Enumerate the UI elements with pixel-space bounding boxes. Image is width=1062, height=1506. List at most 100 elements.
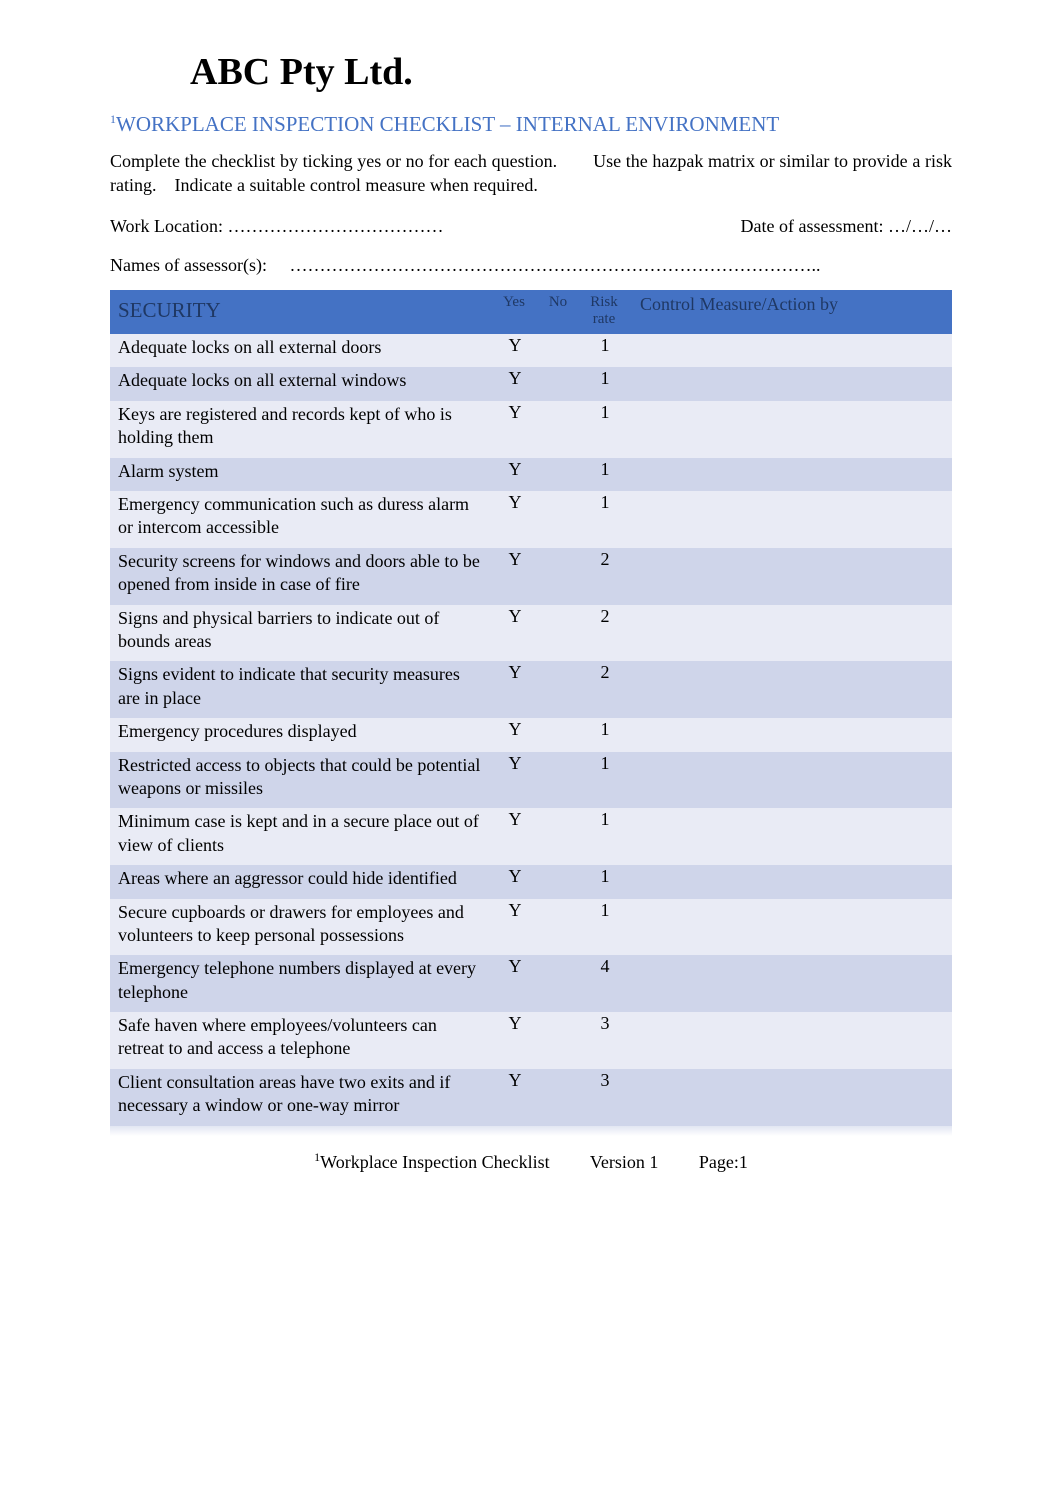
risk-rate-cell[interactable]: 1 — [578, 865, 630, 898]
question-cell: Emergency telephone numbers displayed at… — [110, 955, 490, 1012]
table-row: Emergency telephone numbers displayed at… — [110, 955, 952, 1012]
risk-rate-cell[interactable]: 4 — [578, 955, 630, 1012]
risk-rate-cell[interactable]: 1 — [578, 491, 630, 548]
yes-cell[interactable]: Y — [490, 458, 538, 491]
assessors-field[interactable]: Names of assessor(s): ………………………………………………… — [110, 255, 820, 275]
risk-rate-cell[interactable]: 1 — [578, 899, 630, 956]
control-cell[interactable] — [630, 334, 952, 367]
form-fields: Work Location: ……………………………… Date of asse… — [110, 216, 952, 276]
table-row: Minimum case is kept and in a secure pla… — [110, 808, 952, 865]
yes-cell[interactable]: Y — [490, 808, 538, 865]
yes-cell[interactable]: Y — [490, 367, 538, 400]
control-cell[interactable] — [630, 1069, 952, 1126]
control-cell[interactable] — [630, 548, 952, 605]
no-cell[interactable] — [538, 401, 578, 458]
risk-rate-cell[interactable]: 1 — [578, 458, 630, 491]
yes-cell[interactable]: Y — [490, 865, 538, 898]
yes-cell[interactable]: Y — [490, 1012, 538, 1069]
section-title: 1WORKPLACE INSPECTION CHECKLIST – INTERN… — [110, 112, 952, 137]
page: ABC Pty Ltd. 1WORKPLACE INSPECTION CHECK… — [0, 0, 1062, 1203]
yes-cell[interactable]: Y — [490, 955, 538, 1012]
yes-cell[interactable]: Y — [490, 401, 538, 458]
footer-gap — [110, 1126, 952, 1136]
control-cell[interactable] — [630, 752, 952, 809]
question-cell: Secure cupboards or drawers for employee… — [110, 899, 490, 956]
yes-cell[interactable]: Y — [490, 899, 538, 956]
table-row: Adequate locks on all external windowsY1 — [110, 367, 952, 400]
table-row: Adequate locks on all external doorsY1 — [110, 334, 952, 367]
table-row: Areas where an aggressor could hide iden… — [110, 865, 952, 898]
question-cell: Restricted access to objects that could … — [110, 752, 490, 809]
no-cell[interactable] — [538, 1069, 578, 1126]
header-risk-l2: rate — [593, 311, 615, 327]
no-cell[interactable] — [538, 334, 578, 367]
control-cell[interactable] — [630, 899, 952, 956]
risk-rate-cell[interactable]: 2 — [578, 548, 630, 605]
risk-rate-cell[interactable]: 2 — [578, 605, 630, 662]
risk-rate-cell[interactable]: 1 — [578, 752, 630, 809]
no-cell[interactable] — [538, 1012, 578, 1069]
section-title-text: WORKPLACE INSPECTION CHECKLIST – INTERNA… — [116, 112, 779, 136]
risk-rate-cell[interactable]: 1 — [578, 401, 630, 458]
table-row: Emergency communication such as duress a… — [110, 491, 952, 548]
question-cell: Emergency communication such as duress a… — [110, 491, 490, 548]
table-body: Adequate locks on all external doorsY1Ad… — [110, 334, 952, 1126]
risk-rate-cell[interactable]: 1 — [578, 367, 630, 400]
risk-rate-cell[interactable]: 2 — [578, 661, 630, 718]
header-yes: Yes — [490, 290, 538, 335]
yes-cell[interactable]: Y — [490, 334, 538, 367]
header-control: Control Measure/Action by — [630, 290, 952, 335]
control-cell[interactable] — [630, 367, 952, 400]
no-cell[interactable] — [538, 367, 578, 400]
table-header-row: SECURITY Yes No Risk rate Control Measur… — [110, 290, 952, 335]
control-cell[interactable] — [630, 491, 952, 548]
yes-cell[interactable]: Y — [490, 718, 538, 751]
control-cell[interactable] — [630, 1012, 952, 1069]
company-title: ABC Pty Ltd. — [190, 50, 952, 94]
question-cell: Minimum case is kept and in a secure pla… — [110, 808, 490, 865]
control-cell[interactable] — [630, 718, 952, 751]
table-row: Restricted access to objects that could … — [110, 752, 952, 809]
no-cell[interactable] — [538, 808, 578, 865]
control-cell[interactable] — [630, 661, 952, 718]
no-cell[interactable] — [538, 899, 578, 956]
no-cell[interactable] — [538, 718, 578, 751]
risk-rate-cell[interactable]: 1 — [578, 718, 630, 751]
risk-rate-cell[interactable]: 1 — [578, 808, 630, 865]
intro-text: Complete the checklist by ticking yes or… — [110, 149, 952, 198]
question-cell: Signs and physical barriers to indicate … — [110, 605, 490, 662]
yes-cell[interactable]: Y — [490, 661, 538, 718]
control-cell[interactable] — [630, 458, 952, 491]
control-cell[interactable] — [630, 605, 952, 662]
header-risk-rate: Risk rate — [578, 290, 630, 335]
no-cell[interactable] — [538, 955, 578, 1012]
work-location-field[interactable]: Work Location: ……………………………… — [110, 216, 444, 237]
footer-version: Version 1 — [590, 1152, 659, 1172]
yes-cell[interactable]: Y — [490, 752, 538, 809]
yes-cell[interactable]: Y — [490, 548, 538, 605]
no-cell[interactable] — [538, 458, 578, 491]
yes-cell[interactable]: Y — [490, 1069, 538, 1126]
no-cell[interactable] — [538, 548, 578, 605]
risk-rate-cell[interactable]: 1 — [578, 334, 630, 367]
table-row: Security screens for windows and doors a… — [110, 548, 952, 605]
control-cell[interactable] — [630, 808, 952, 865]
control-cell[interactable] — [630, 865, 952, 898]
header-no: No — [538, 290, 578, 335]
date-field[interactable]: Date of assessment: …/…/… — [741, 216, 952, 237]
control-cell[interactable] — [630, 401, 952, 458]
table-row: Alarm systemY1 — [110, 458, 952, 491]
risk-rate-cell[interactable]: 3 — [578, 1069, 630, 1126]
risk-rate-cell[interactable]: 3 — [578, 1012, 630, 1069]
no-cell[interactable] — [538, 752, 578, 809]
header-category: SECURITY — [110, 290, 490, 335]
no-cell[interactable] — [538, 661, 578, 718]
no-cell[interactable] — [538, 865, 578, 898]
footer-page: Page:1 — [699, 1152, 748, 1172]
yes-cell[interactable]: Y — [490, 491, 538, 548]
no-cell[interactable] — [538, 491, 578, 548]
control-cell[interactable] — [630, 955, 952, 1012]
question-cell: Areas where an aggressor could hide iden… — [110, 865, 490, 898]
no-cell[interactable] — [538, 605, 578, 662]
yes-cell[interactable]: Y — [490, 605, 538, 662]
